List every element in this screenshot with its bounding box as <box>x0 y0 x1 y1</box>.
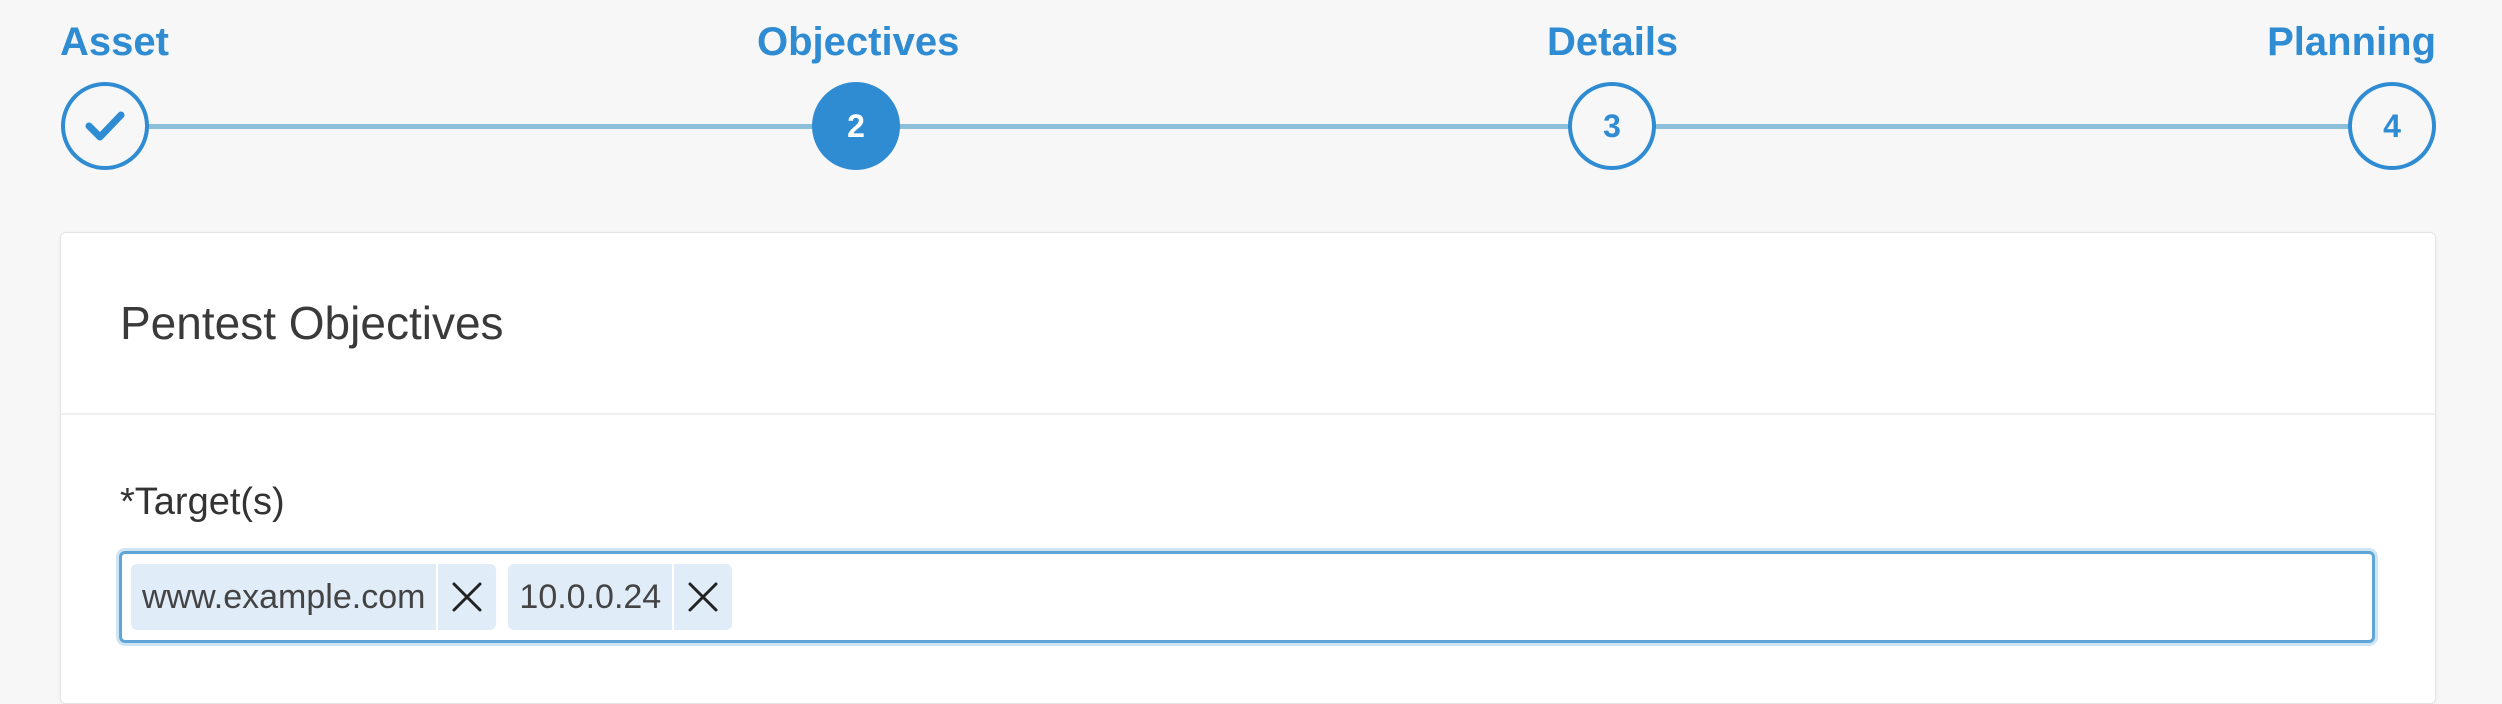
targets-tag-input[interactable]: www.example.com 10.0.0.24 <box>119 551 2375 643</box>
close-icon <box>688 582 718 612</box>
target-tag-text: www.example.com <box>142 577 426 616</box>
target-tag-text: 10.0.0.24 <box>519 577 662 616</box>
objectives-card: Pentest Objectives *Target(s) www.exampl… <box>60 232 2436 704</box>
stepper-track <box>104 124 2392 129</box>
remove-tag-button[interactable] <box>672 564 732 630</box>
check-icon <box>85 111 125 141</box>
step-objectives-active[interactable]: 2 <box>812 82 900 170</box>
target-tag: 10.0.0.24 <box>508 564 733 630</box>
targets-label: *Target(s) <box>120 481 285 523</box>
close-icon <box>452 582 482 612</box>
progress-stepper: Asset Objectives Details Planning 2 3 4 <box>0 0 2502 200</box>
step-number: 3 <box>1603 107 1621 144</box>
targets-text-input[interactable] <box>744 566 2372 628</box>
step-label-planning[interactable]: Planning <box>2267 14 2436 70</box>
step-number: 4 <box>2383 107 2401 144</box>
remove-tag-button[interactable] <box>436 564 496 630</box>
step-details[interactable]: 3 <box>1568 82 1656 170</box>
target-tag: www.example.com <box>131 564 497 630</box>
step-label-details[interactable]: Details <box>1547 14 1678 70</box>
step-asset-completed[interactable] <box>61 82 149 170</box>
step-label-objectives[interactable]: Objectives <box>757 14 959 70</box>
card-header: Pentest Objectives <box>61 233 2435 415</box>
step-label-asset[interactable]: Asset <box>60 14 169 70</box>
step-number: 2 <box>847 107 865 144</box>
card-title: Pentest Objectives <box>120 297 504 349</box>
step-planning[interactable]: 4 <box>2348 82 2436 170</box>
